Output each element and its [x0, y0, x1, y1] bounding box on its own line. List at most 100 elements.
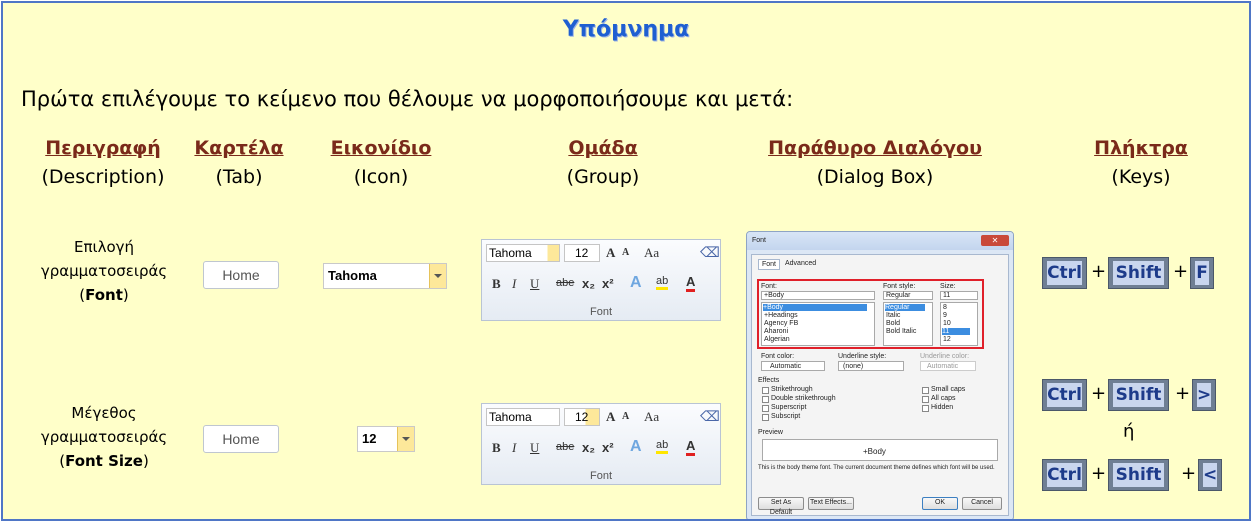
superscript-icon[interactable]: x²	[602, 276, 614, 291]
grow-font-icon[interactable]: A	[606, 409, 615, 425]
font-combo-value: Tahoma	[328, 268, 377, 283]
font-group: Tahoma 12 A A Aa ⌫ B I U abe x₂ x² A ab …	[481, 403, 721, 485]
list-item[interactable]: +Headings	[764, 312, 798, 319]
font-size-combo[interactable]: 12	[357, 426, 415, 452]
underline-style-label: Underline style:	[838, 353, 887, 360]
font-color-icon[interactable]: A	[686, 274, 696, 292]
list-item[interactable]: 11	[942, 328, 970, 335]
list-item[interactable]: Aharoni	[764, 328, 788, 335]
col-header-icon: Εικονίδιο	[330, 137, 432, 159]
list-item[interactable]: Italic	[886, 312, 900, 319]
plus-sign: +	[1173, 261, 1189, 282]
ok-button[interactable]: OK	[922, 497, 958, 510]
checkbox[interactable]	[922, 396, 929, 403]
list-item[interactable]: Bold	[886, 320, 900, 327]
italic-icon[interactable]: I	[512, 276, 516, 292]
list-item[interactable]: 10	[943, 320, 951, 327]
chevron-down-icon[interactable]	[429, 264, 446, 288]
key-label: Ctrl	[1047, 261, 1082, 285]
list-item[interactable]: Agency FB	[764, 320, 798, 327]
strikethrough-icon[interactable]: abe	[556, 441, 574, 453]
checkbox[interactable]	[762, 414, 769, 421]
subscript-icon[interactable]: x₂	[582, 276, 595, 291]
desc-line: Μέγεθος	[71, 404, 137, 422]
list-item[interactable]: Algerian	[764, 336, 790, 343]
size-input[interactable]: 11	[940, 291, 978, 300]
highlight-icon[interactable]: ab	[656, 275, 669, 290]
text-effects-icon[interactable]: A	[630, 274, 642, 292]
list-item[interactable]: 9	[943, 312, 947, 319]
effects-label: Effects	[758, 377, 780, 384]
dialog-tab-advanced[interactable]: Advanced	[782, 259, 819, 268]
key-ctrl: Ctrl	[1042, 379, 1087, 411]
dialog-tab-font[interactable]: Font	[758, 259, 781, 270]
font-color-icon[interactable]: A	[686, 438, 696, 456]
list-item[interactable]: Regular	[885, 304, 925, 311]
home-tab[interactable]: Home	[203, 425, 279, 453]
group-label: Font	[589, 306, 612, 318]
superscript-icon[interactable]: x²	[602, 440, 614, 455]
close-icon[interactable]: ✕	[981, 235, 1009, 246]
checkbox[interactable]	[762, 396, 769, 403]
key-shift: Shift	[1108, 459, 1169, 491]
col-sub-tab: (Tab)	[215, 166, 263, 188]
or-text: ή	[1123, 421, 1135, 442]
key-label: <	[1203, 463, 1218, 487]
font-style-input[interactable]: Regular	[883, 291, 933, 300]
list-item[interactable]: 12	[943, 336, 951, 343]
clear-formatting-icon[interactable]: ⌫	[700, 244, 720, 261]
text-effects-button[interactable]: Text Effects...	[808, 497, 854, 510]
text-effects-icon[interactable]: A	[630, 438, 642, 456]
clear-formatting-icon[interactable]: ⌫	[700, 408, 720, 425]
list-item[interactable]: 8	[943, 304, 947, 311]
preview-text: +Body	[863, 447, 886, 456]
strikethrough-icon[interactable]: abe	[556, 277, 574, 289]
checkbox[interactable]	[762, 405, 769, 412]
home-tab[interactable]: Home	[203, 261, 279, 289]
group-size-box[interactable]: 12	[564, 244, 600, 262]
checkbox[interactable]	[762, 387, 769, 394]
font-list[interactable]: +Body +Headings Agency FB Aharoni Algeri…	[761, 302, 875, 346]
key-greater: >	[1192, 379, 1216, 411]
plus-sign: +	[1091, 261, 1107, 282]
key-shift: Shift	[1108, 257, 1169, 289]
shrink-font-icon[interactable]: A	[622, 411, 629, 422]
group-size-box[interactable]: 12	[564, 408, 600, 426]
underline-color-select[interactable]: Automatic	[920, 361, 976, 371]
font-combo[interactable]: Tahoma	[323, 263, 447, 289]
change-case-icon[interactable]: Aa	[644, 245, 659, 261]
underline-style-select[interactable]: (none)	[838, 361, 904, 371]
underline-icon[interactable]: U	[530, 276, 539, 292]
set-as-default-button[interactable]: Set As Default	[758, 497, 804, 516]
bold-icon[interactable]: B	[492, 276, 501, 292]
desc-line: Επιλογή	[73, 238, 135, 256]
size-label: Size:	[940, 283, 956, 290]
preview-label: Preview	[758, 429, 783, 436]
font-style-label: Font style:	[883, 283, 916, 290]
plus-sign: +	[1181, 463, 1197, 484]
font-name-input[interactable]: +Body	[761, 291, 875, 300]
dialog-title: Font	[752, 237, 767, 244]
change-case-icon[interactable]: Aa	[644, 409, 659, 425]
grow-font-icon[interactable]: A	[606, 245, 615, 261]
cancel-button[interactable]: Cancel	[962, 497, 1002, 510]
underline-icon[interactable]: U	[530, 440, 539, 456]
group-font-box[interactable]: Tahoma	[486, 408, 560, 426]
dialog-titlebar: Font ✕	[747, 232, 1013, 250]
subscript-icon[interactable]: x₂	[582, 440, 595, 455]
bold-icon[interactable]: B	[492, 440, 501, 456]
size-list[interactable]: 8 9 10 11 12	[940, 302, 978, 346]
list-item[interactable]: +Body	[763, 304, 867, 311]
highlight-icon[interactable]: ab	[656, 439, 669, 454]
group-font-box[interactable]: Tahoma	[486, 244, 560, 262]
size-value: 11	[943, 292, 951, 299]
italic-icon[interactable]: I	[512, 440, 516, 456]
list-item[interactable]: Bold Italic	[886, 328, 916, 335]
shrink-font-icon[interactable]: A	[622, 247, 629, 258]
font-color-select[interactable]: Automatic	[761, 361, 825, 371]
font-style-list[interactable]: Regular Italic Bold Bold Italic	[883, 302, 933, 346]
checkbox[interactable]	[922, 387, 929, 394]
checkbox[interactable]	[922, 405, 929, 412]
plus-sign: +	[1175, 383, 1191, 404]
chevron-down-icon[interactable]	[397, 427, 414, 451]
